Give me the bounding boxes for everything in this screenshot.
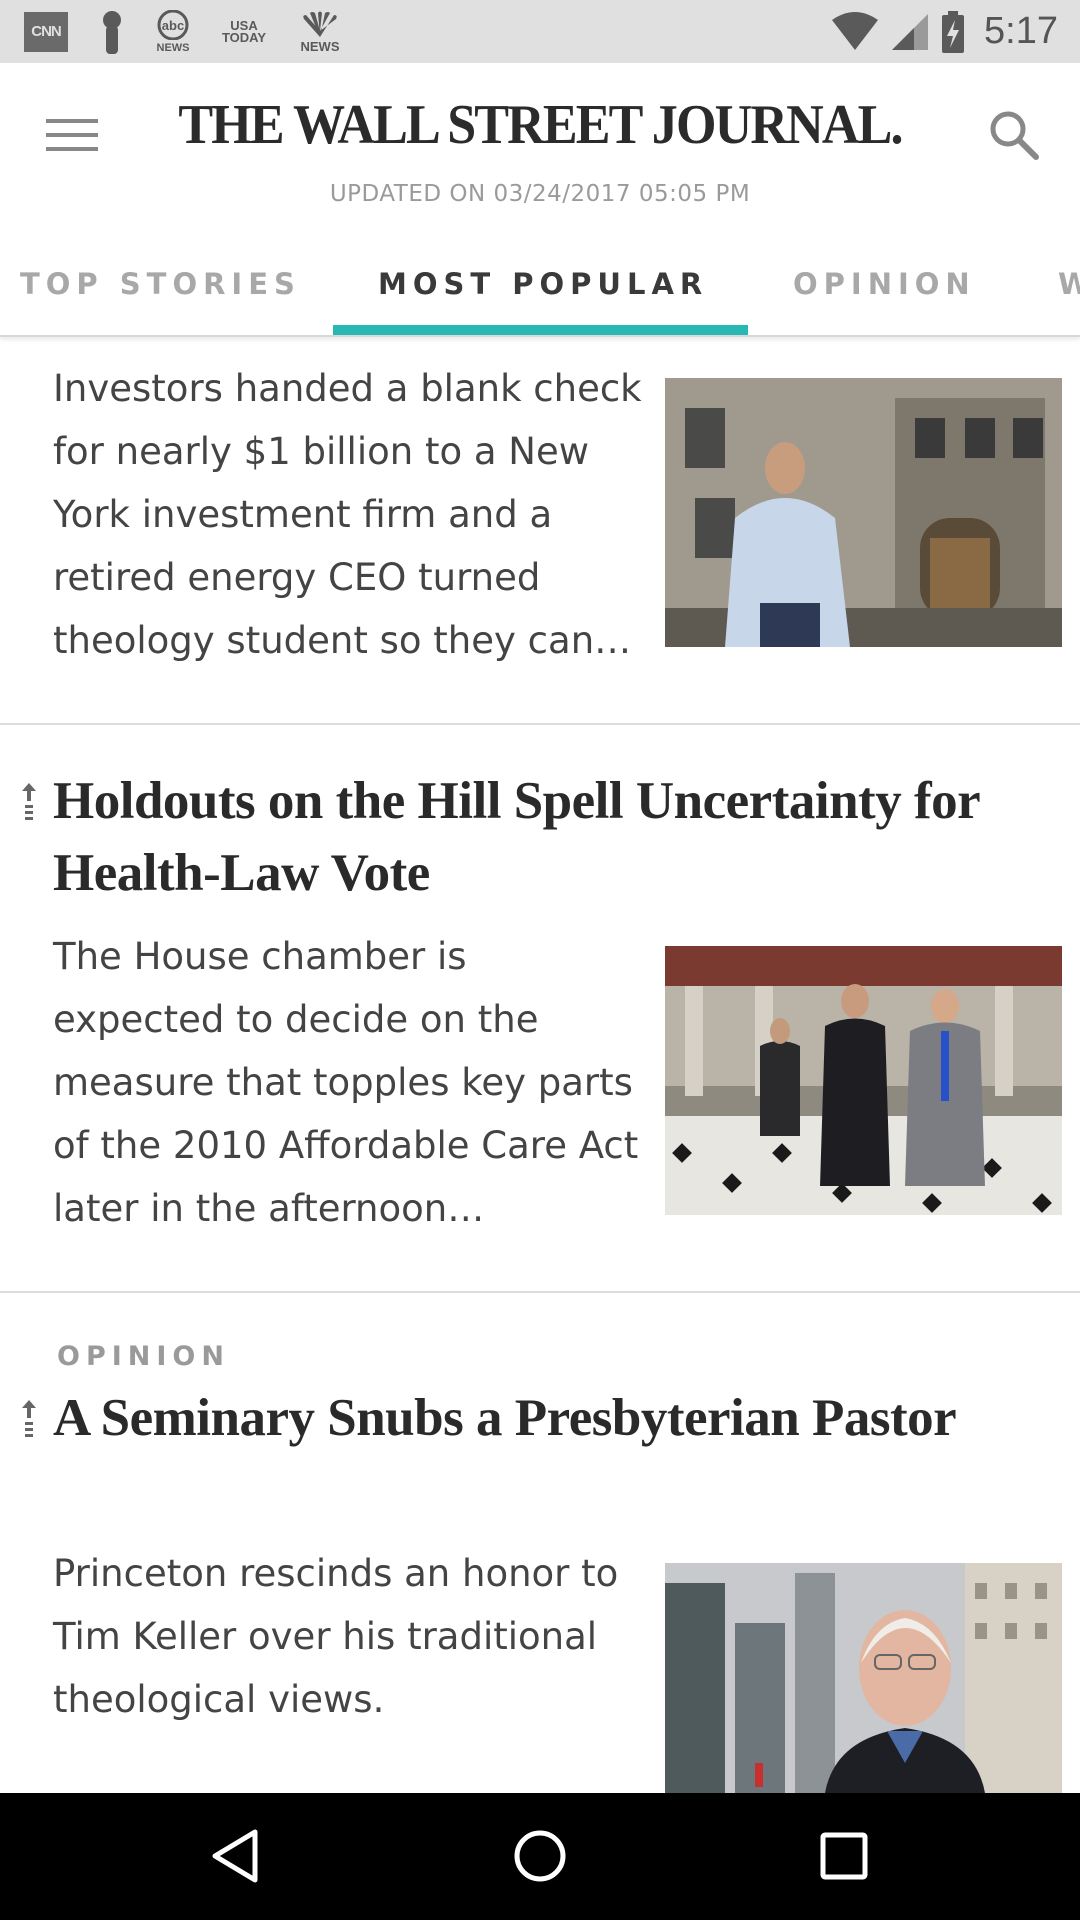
article-summary: Investors handed a blank check for nearl… xyxy=(53,367,642,662)
article-divider xyxy=(0,723,1080,725)
masthead-logo: THE WALL STREET JOURNAL. xyxy=(178,94,903,156)
usa-today-icon: USA TODAY xyxy=(221,17,267,45)
article-summary: Princeton rescinds an honor to Tim Kelle… xyxy=(53,1552,619,1721)
section-tabs: TOP STORIES MOST POPULAR OPINION W xyxy=(0,233,1080,337)
search-icon[interactable] xyxy=(986,107,1042,163)
share-icon[interactable] xyxy=(18,1398,40,1438)
battery-charging-icon xyxy=(942,10,965,53)
article-headline[interactable]: Holdouts on the Hill Spell Uncertainty f… xyxy=(53,765,1043,909)
back-icon[interactable] xyxy=(205,1826,265,1886)
article-headline[interactable]: A Seminary Snubs a Presbyterian Pastor xyxy=(53,1382,1043,1454)
active-tab-indicator xyxy=(333,325,748,335)
status-bar: CNN abc NEWS USA TODAY NEWS 5:17 xyxy=(0,0,1080,63)
updated-timestamp: UPDATED ON 03/24/2017 05:05 PM xyxy=(329,181,751,207)
cnn-icon: CNN xyxy=(24,11,68,52)
abc-news-icon: abc NEWS xyxy=(156,9,190,54)
tab-next-partial[interactable]: W xyxy=(1058,233,1080,335)
article-divider xyxy=(0,1291,1080,1293)
article-feed[interactable]: Investors handed a blank check for nearl… xyxy=(0,337,1080,1793)
system-status: 5:17 xyxy=(830,0,1058,63)
recent-apps-icon[interactable] xyxy=(814,1826,874,1886)
article-thumbnail[interactable] xyxy=(665,378,1062,647)
wifi-icon xyxy=(832,11,879,50)
system-navigation-bar xyxy=(0,1793,1080,1920)
app-header: THE WALL STREET JOURNAL. UPDATED ON 03/2… xyxy=(0,63,1080,233)
article-thumbnail[interactable] xyxy=(665,946,1062,1215)
cell-signal-icon xyxy=(892,13,929,50)
tab-top-stories[interactable]: TOP STORIES xyxy=(20,233,301,335)
podcast-icon xyxy=(98,10,126,54)
article-section-flag: OPINION xyxy=(57,1341,230,1372)
share-icon[interactable] xyxy=(18,781,40,821)
article-thumbnail[interactable] xyxy=(665,1563,1062,1793)
article-summary: The House chamber is expected to decide … xyxy=(53,935,639,1230)
tab-most-popular[interactable]: MOST POPULAR xyxy=(378,233,708,335)
notification-icons: CNN abc NEWS USA TODAY NEWS xyxy=(24,9,342,54)
tab-opinion[interactable]: OPINION xyxy=(793,233,976,335)
svg-text:abc: abc xyxy=(162,18,184,33)
home-icon[interactable] xyxy=(510,1826,570,1886)
nbc-news-icon: NEWS xyxy=(298,11,342,53)
clock: 5:17 xyxy=(984,10,1058,52)
